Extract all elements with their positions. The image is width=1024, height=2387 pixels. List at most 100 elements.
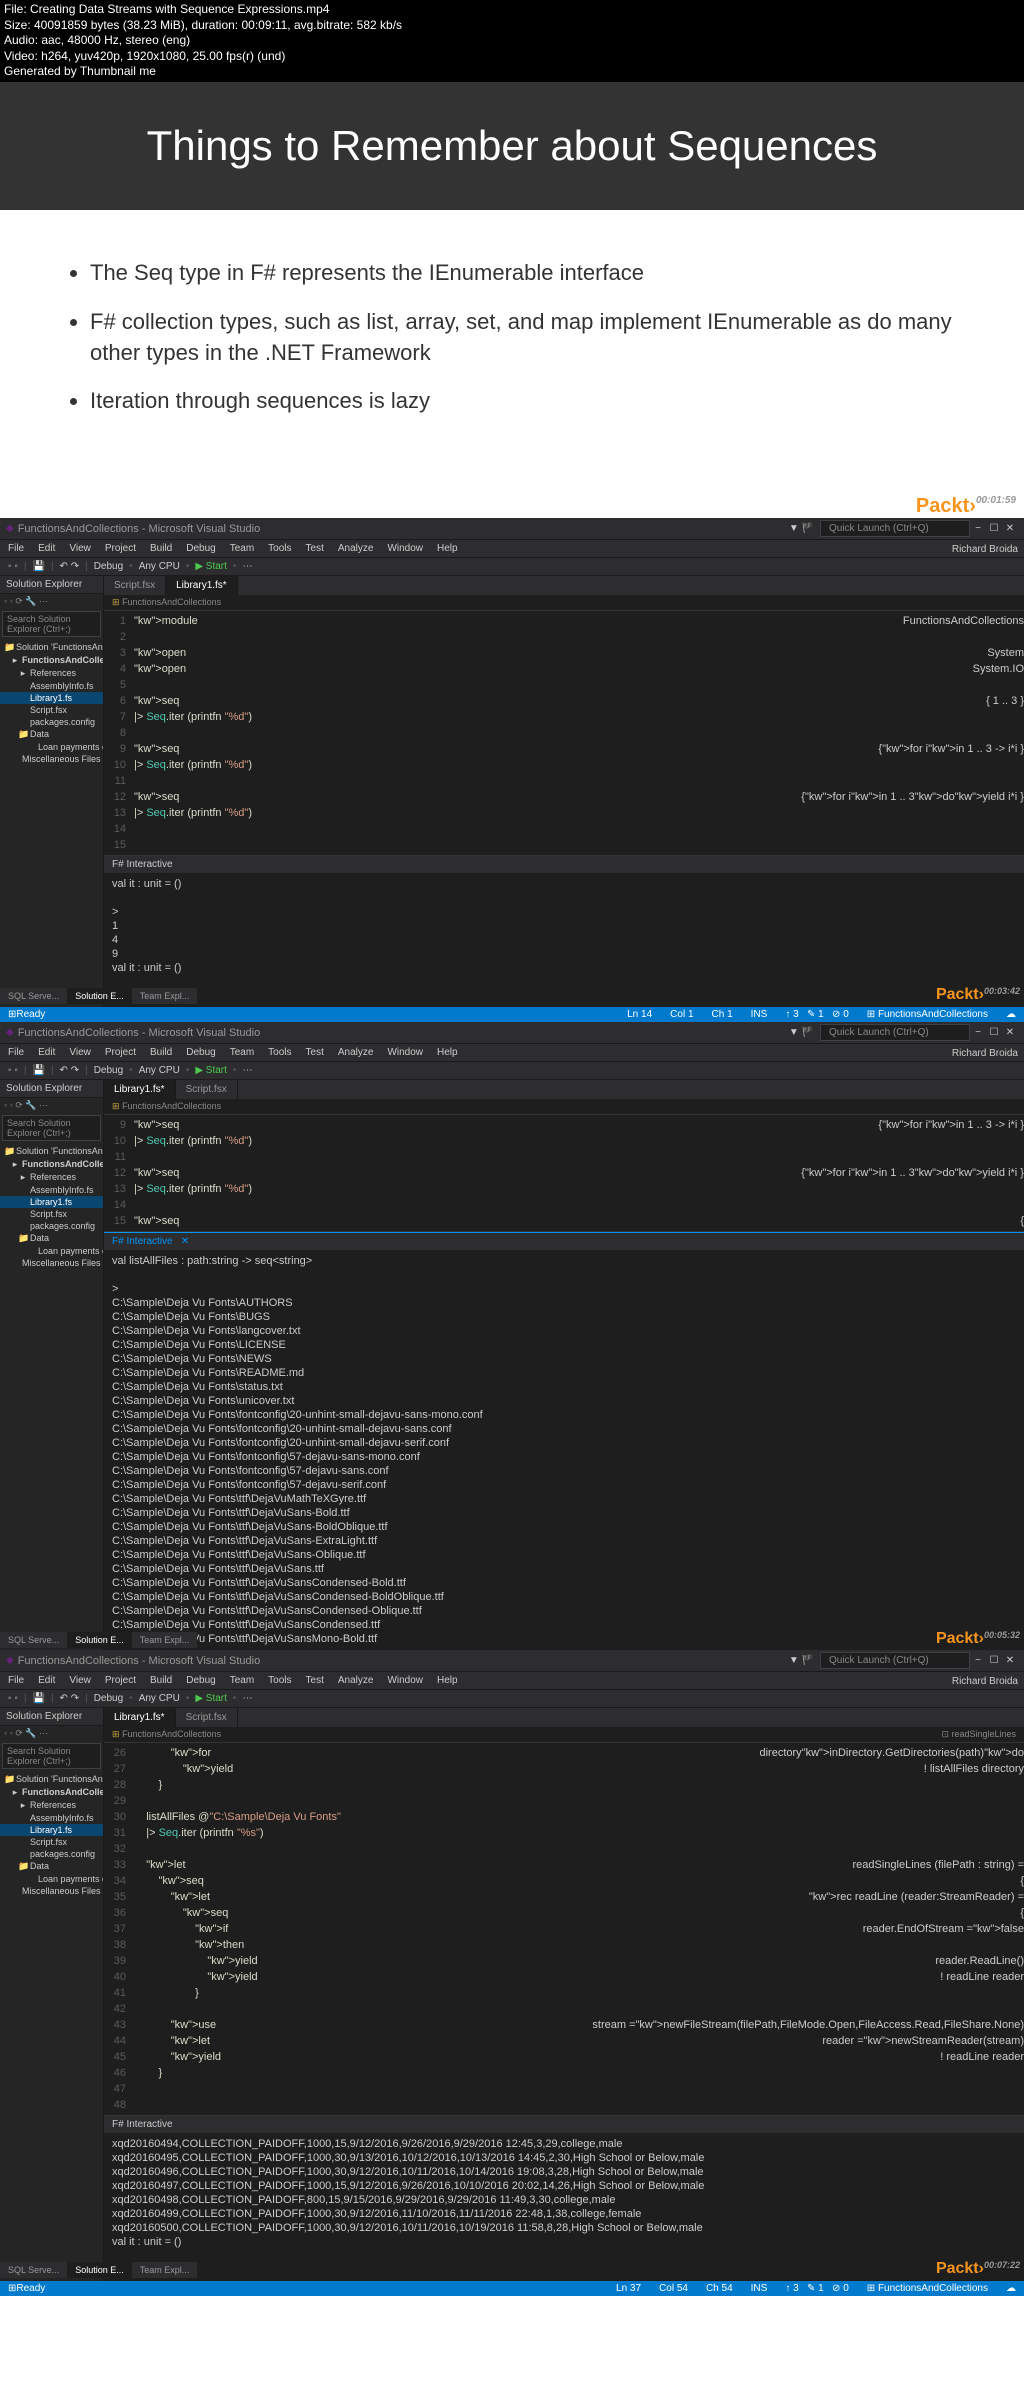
solution-search-input[interactable]: Search Solution Explorer (Ctrl+;)	[2, 1743, 101, 1769]
menubar[interactable]: FileEditViewProjectBuildDebugTeamToolsTe…	[0, 1044, 1024, 1062]
status-publish-icon[interactable]: ☁	[1006, 1009, 1016, 1020]
user-name[interactable]: Richard Broida	[952, 544, 1018, 555]
menu-analyze[interactable]: Analyze	[338, 543, 374, 554]
save-icon[interactable]: 💾	[32, 561, 44, 572]
menu-tools[interactable]: Tools	[268, 543, 291, 554]
start-button[interactable]: ▶ Start	[195, 1065, 227, 1076]
quick-launch-input[interactable]: Quick Launch (Ctrl+Q)	[820, 1024, 970, 1041]
menu-test[interactable]: Test	[306, 1675, 324, 1686]
menu-window[interactable]: Window	[387, 1047, 423, 1058]
tab-team[interactable]: Team Expl...	[132, 2262, 198, 2278]
notification-icon[interactable]: ▼ 🏴	[789, 1027, 814, 1038]
notification-icon[interactable]: ▼ 🏴	[789, 1655, 814, 1666]
config-debug[interactable]: Debug	[94, 1065, 123, 1076]
tab-sql[interactable]: SQL Serve...	[0, 2262, 67, 2278]
tree-item[interactable]: Miscellaneous Files	[0, 1885, 103, 1897]
nav-back-icon[interactable]: ◦ ◦	[8, 1693, 18, 1704]
toolbar[interactable]: ◦ ◦| 💾| ↶ ↷| Debug• Any CPU• ▶ Start• ⋯	[0, 1690, 1024, 1708]
tab-sql[interactable]: SQL Serve...	[0, 988, 67, 1004]
tab-solution[interactable]: Solution E...	[67, 2262, 132, 2278]
save-icon[interactable]: 💾	[32, 1065, 44, 1076]
tree-item[interactable]: packages.config	[0, 716, 103, 728]
tab-library[interactable]: Library1.fs*	[104, 1708, 176, 1727]
nav-back-icon[interactable]: ◦ ◦	[8, 1065, 18, 1076]
save-icon[interactable]: 💾	[32, 1693, 44, 1704]
tree-item[interactable]: Script.fsx	[0, 1208, 103, 1220]
tab-script[interactable]: Script.fsx	[176, 1708, 238, 1727]
more-icon[interactable]: ⋯	[242, 1065, 252, 1076]
tree-item[interactable]: AssemblyInfo.fs	[0, 680, 103, 692]
window-controls[interactable]: −☐✕	[970, 1655, 1018, 1666]
tab-team[interactable]: Team Expl...	[132, 1632, 198, 1648]
tree-item[interactable]: 📁Data	[0, 728, 103, 741]
tree-item[interactable]: ▸References	[0, 1171, 103, 1184]
tree-item[interactable]: Loan payments data.csv	[0, 1245, 103, 1257]
breadcrumb-method[interactable]: ⊡ readSingleLines	[941, 1729, 1016, 1740]
menubar[interactable]: FileEditViewProjectBuildDebugTeamToolsTe…	[0, 540, 1024, 558]
tree-item[interactable]: Loan payments data.csv	[0, 741, 103, 753]
quick-launch-input[interactable]: Quick Launch (Ctrl+Q)	[820, 1652, 970, 1669]
tree-item[interactable]: Miscellaneous Files	[0, 753, 103, 765]
tree-item[interactable]: AssemblyInfo.fs	[0, 1812, 103, 1824]
menu-window[interactable]: Window	[387, 543, 423, 554]
toolbar[interactable]: ◦ ◦| 💾| ↶ ↷| Debug• Any CPU• ▶ Start• ⋯	[0, 558, 1024, 576]
menu-build[interactable]: Build	[150, 1047, 172, 1058]
menu-help[interactable]: Help	[437, 543, 458, 554]
solution-tree[interactable]: 📁Solution 'FunctionsAndCollections' (...…	[0, 1143, 103, 1271]
user-name[interactable]: Richard Broida	[952, 1676, 1018, 1687]
menu-build[interactable]: Build	[150, 1675, 172, 1686]
toolbar[interactable]: ◦ ◦| 💾| ↶ ↷| Debug• Any CPU• ▶ Start• ⋯	[0, 1062, 1024, 1080]
tab-sql[interactable]: SQL Serve...	[0, 1632, 67, 1648]
editor-tabs[interactable]: Script.fsx Library1.fs*	[104, 576, 1024, 595]
undo-icon[interactable]: ↶ ↷	[60, 561, 80, 572]
menu-edit[interactable]: Edit	[38, 1047, 55, 1058]
menu-help[interactable]: Help	[437, 1675, 458, 1686]
solution-toolbar[interactable]: ◦ ◦ ⟳ 🔧 ⋯	[0, 1726, 103, 1741]
tree-item[interactable]: 📁Data	[0, 1232, 103, 1245]
tree-item[interactable]: 📁Solution 'FunctionsAndCollections' (...	[0, 1773, 103, 1786]
menubar[interactable]: FileEditViewProjectBuildDebugTeamToolsTe…	[0, 1672, 1024, 1690]
editor-tabs[interactable]: Library1.fs* Script.fsx	[104, 1080, 1024, 1099]
tree-item[interactable]: Miscellaneous Files	[0, 1257, 103, 1269]
code-editor[interactable]: 26 "kw">for directory "kw">in Directory.…	[104, 1743, 1024, 2115]
menu-team[interactable]: Team	[230, 1047, 254, 1058]
menu-window[interactable]: Window	[387, 1675, 423, 1686]
tree-item[interactable]: packages.config	[0, 1220, 103, 1232]
menu-test[interactable]: Test	[306, 543, 324, 554]
menu-analyze[interactable]: Analyze	[338, 1675, 374, 1686]
solution-tree[interactable]: 📁Solution 'FunctionsAndCollections' (...…	[0, 639, 103, 767]
menu-build[interactable]: Build	[150, 543, 172, 554]
menu-tools[interactable]: Tools	[268, 1047, 291, 1058]
tree-item[interactable]: Script.fsx	[0, 1836, 103, 1848]
status-project[interactable]: ⊞ FunctionsAndCollections	[867, 1009, 988, 1020]
tree-item[interactable]: Library1.fs	[0, 1196, 103, 1208]
tree-item[interactable]: packages.config	[0, 1848, 103, 1860]
tab-solution[interactable]: Solution E...	[67, 1632, 132, 1648]
solution-search-input[interactable]: Search Solution Explorer (Ctrl+;)	[2, 611, 101, 637]
tree-item[interactable]: Library1.fs	[0, 692, 103, 704]
solution-tree[interactable]: 📁Solution 'FunctionsAndCollections' (...…	[0, 1771, 103, 1899]
quick-launch-input[interactable]: Quick Launch (Ctrl+Q)	[820, 520, 970, 537]
menu-help[interactable]: Help	[437, 1047, 458, 1058]
config-cpu[interactable]: Any CPU	[139, 1065, 180, 1076]
window-controls[interactable]: −☐✕	[970, 1027, 1018, 1038]
menu-file[interactable]: File	[8, 1047, 24, 1058]
menu-edit[interactable]: Edit	[38, 543, 55, 554]
notification-icon[interactable]: ▼ 🏴	[789, 523, 814, 534]
tab-team[interactable]: Team Expl...	[132, 988, 198, 1004]
bottom-tabs[interactable]: SQL Serve... Solution E... Team Expl...	[0, 1632, 197, 1648]
menu-debug[interactable]: Debug	[186, 1675, 215, 1686]
window-controls[interactable]: −☐✕	[970, 523, 1018, 534]
undo-icon[interactable]: ↶ ↷	[60, 1693, 80, 1704]
tree-item[interactable]: 📁Solution 'FunctionsAndCollections' (...	[0, 1145, 103, 1158]
nav-back-icon[interactable]: ◦ ◦	[8, 561, 18, 572]
bottom-tabs[interactable]: SQL Serve... Solution E... Team Expl...	[0, 2262, 197, 2278]
status-project[interactable]: ⊞ FunctionsAndCollections	[867, 2283, 988, 2294]
tab-library[interactable]: Library1.fs*	[166, 576, 238, 595]
editor-tabs[interactable]: Library1.fs* Script.fsx	[104, 1708, 1024, 1727]
breadcrumb[interactable]: ⊞ FunctionsAndCollections ⊡ readSingleLi…	[104, 1727, 1024, 1743]
tab-library[interactable]: Library1.fs*	[104, 1080, 176, 1099]
tree-item[interactable]: AssemblyInfo.fs	[0, 1184, 103, 1196]
config-debug[interactable]: Debug	[94, 561, 123, 572]
menu-view[interactable]: View	[69, 1675, 91, 1686]
